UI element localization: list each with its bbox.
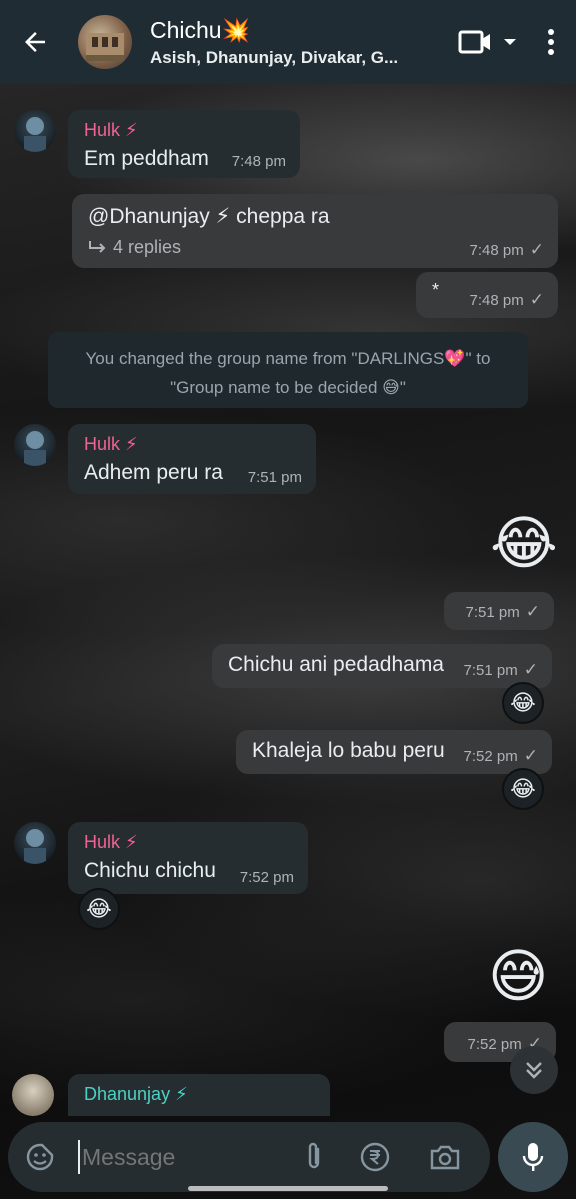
message-bubble[interactable]: Khaleja lo babu peru 7:52 pm ✓ [236,730,552,774]
chevron-down-icon [504,39,516,45]
header-title-area[interactable]: Chichu💥 Asish, Dhanunjay, Divakar, G... [150,17,450,68]
sent-check-icon: ✓ [525,602,540,621]
gesture-home-indicator[interactable] [188,1186,388,1191]
paperclip-icon [308,1142,320,1169]
camera-icon [430,1145,460,1170]
back-arrow-icon [25,32,45,52]
message-time: 7:52 pm [239,869,294,886]
reaction-badge[interactable]: 😂 [78,888,120,930]
camera-button[interactable] [410,1143,480,1171]
hulk-avatar[interactable] [14,424,56,466]
message-time: 7:48 pm ✓ [469,290,544,309]
more-options-button[interactable] [526,0,576,84]
message-bubble[interactable]: Hulk ⚡ Em peddham 7:48 pm [68,110,300,178]
reaction-badge[interactable]: 😂 [502,682,544,724]
rupee-icon [360,1142,390,1172]
hulk-avatar[interactable] [14,822,56,864]
message-time: 7:52 pm ✓ [463,746,538,765]
mention-link[interactable]: @Dhanunjay ⚡ [88,205,230,228]
back-button[interactable] [0,0,70,84]
emoji-button[interactable] [8,1142,72,1172]
sent-check-icon: ✓ [523,746,538,765]
large-emoji-message[interactable]: 😂 [490,512,558,576]
sender-name: Dhanunjay ⚡ [84,1084,188,1104]
reaction-emoji: 😂 [86,896,112,921]
message-time: 7:48 pm ✓ [469,240,544,259]
message-time: 7:48 pm [231,153,286,170]
reaction-emoji: 😂 [510,776,536,801]
system-notice-line: You changed the group name from "DARLING… [85,349,491,368]
replies-count: 4 replies [113,237,182,257]
sent-check-icon: ✓ [529,290,544,309]
group-members: Asish, Dhanunjay, Divakar, G... [150,47,399,67]
message-time: 7:51 pm ✓ [465,602,540,621]
message-composer [8,1122,490,1192]
double-chevron-down-icon [526,1062,542,1079]
system-notice: You changed the group name from "DARLING… [48,332,528,408]
hulk-avatar[interactable] [14,110,56,152]
large-emoji-message[interactable]: 😅 [488,942,548,1012]
message-time: 7:51 pm [247,469,302,486]
sent-check-icon: ✓ [529,240,544,259]
system-notice-line: "Group name to be decided 😅" [170,378,406,397]
message-time: 7:51 pm ✓ [463,660,538,679]
sticker-smiley-icon [26,1143,54,1171]
dhanunjay-avatar[interactable] [12,1074,54,1116]
sent-check-icon: ✓ [523,660,538,679]
microphone-icon [522,1143,544,1171]
voice-record-button[interactable] [498,1122,568,1192]
message-bubble[interactable]: * 7:48 pm ✓ [416,272,558,318]
reply-arrow-icon [89,241,106,253]
chat-header: Chichu💥 Asish, Dhanunjay, Divakar, G... [0,0,576,84]
more-vert-icon [548,29,554,55]
message-bubble[interactable]: Hulk ⚡ Adhem peru ra 7:51 pm [68,424,316,494]
message-bubble[interactable]: Hulk ⚡ Chichu chichu 7:52 pm [68,822,308,894]
group-avatar[interactable] [78,15,132,69]
text-cursor [78,1140,80,1174]
sender-name: Hulk ⚡ [84,832,138,852]
attach-button[interactable] [288,1141,340,1173]
reaction-badge[interactable]: 😂 [502,768,544,810]
message-input[interactable] [82,1143,282,1171]
video-call-button[interactable] [450,0,526,84]
scroll-to-bottom-button[interactable] [510,1046,558,1094]
message-text: cheppa ra [236,205,330,228]
sender-name: Hulk ⚡ [84,434,138,454]
message-bubble[interactable]: Chichu ani pedadhama 7:51 pm ✓ [212,644,552,688]
payment-button[interactable] [340,1141,410,1173]
message-bubble[interactable]: @Dhanunjay ⚡ cheppa ra 4 replies 7:48 pm… [72,194,558,268]
video-camera-icon [458,30,490,54]
emoji-time-pill: 7:51 pm ✓ [444,592,554,630]
reaction-emoji: 😂 [510,690,536,715]
message-bubble[interactable]: Dhanunjay ⚡ [68,1074,330,1116]
sender-name: Hulk ⚡ [84,120,138,140]
group-name: Chichu💥 [150,16,251,43]
